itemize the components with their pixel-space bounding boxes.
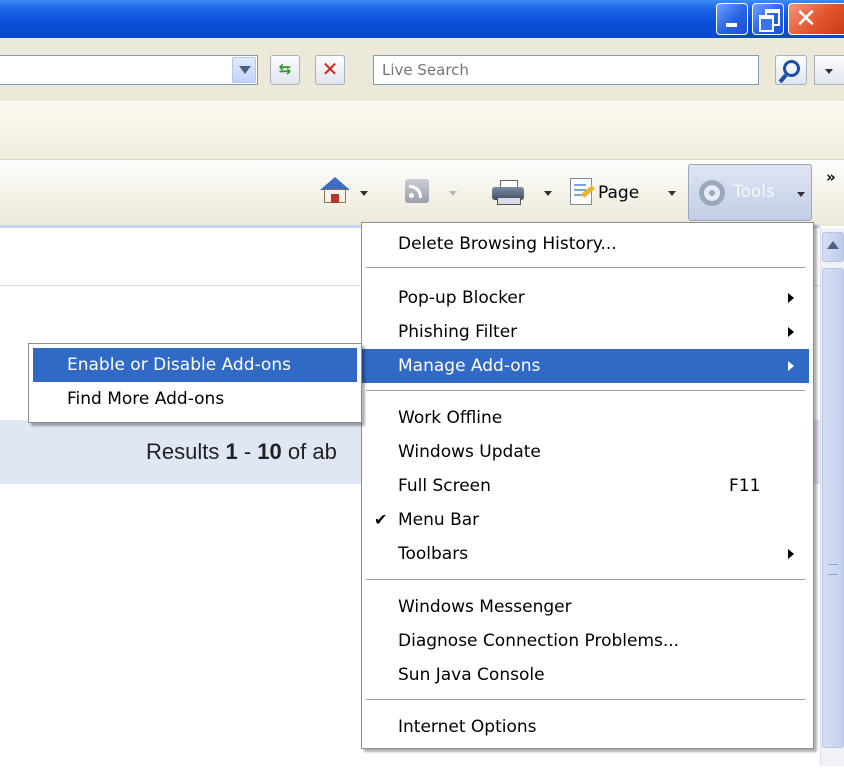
- gear-icon: [699, 180, 725, 206]
- minimize-icon: [726, 23, 737, 27]
- chevron-down-icon: [668, 191, 676, 196]
- title-bar: ✕: [0, 0, 844, 38]
- address-dropdown-button[interactable]: [232, 57, 256, 83]
- search-icon-handle: [778, 73, 788, 84]
- checkmark-icon: ✔: [374, 510, 388, 529]
- chevron-down-icon: [825, 69, 833, 74]
- stop-icon: ✕: [321, 57, 339, 81]
- tools-label: Tools: [733, 182, 775, 202]
- stop-button[interactable]: ✕: [315, 55, 345, 85]
- scroll-thumb[interactable]: [822, 268, 844, 748]
- links-toolbar: [0, 101, 844, 160]
- menu-separator: [366, 579, 805, 580]
- shortcut-label: F11: [729, 476, 761, 496]
- menu-item-java-console[interactable]: Sun Java Console: [362, 658, 809, 692]
- refresh-button[interactable]: ⇆: [270, 55, 300, 85]
- submenu-item-find-more-addons[interactable]: Find More Add-ons: [33, 382, 357, 416]
- menu-item-manage-addons[interactable]: Manage Add-ons: [362, 349, 809, 383]
- tools-dropdown-menu: Delete Browsing History... Pop-up Blocke…: [361, 222, 814, 749]
- chevron-down-icon: [797, 192, 805, 197]
- menu-item-diagnose-connection[interactable]: Diagnose Connection Problems...: [362, 624, 809, 658]
- chevron-down-icon: [449, 191, 457, 196]
- submenu-arrow-icon: [788, 293, 794, 303]
- close-button[interactable]: ✕: [788, 3, 844, 35]
- grip-icon: [828, 564, 838, 575]
- menu-item-delete-browsing-history[interactable]: Delete Browsing History...: [362, 227, 809, 261]
- feeds-icon: [405, 179, 429, 203]
- menu-item-phishing-filter[interactable]: Phishing Filter: [362, 315, 809, 349]
- page-icon: [570, 178, 595, 205]
- menu-separator: [366, 699, 805, 700]
- tools-menu-button[interactable]: Tools: [688, 164, 812, 221]
- restore-button[interactable]: [752, 3, 784, 35]
- menu-item-work-offline[interactable]: Work Offline: [362, 401, 809, 435]
- menu-item-windows-update[interactable]: Windows Update: [362, 435, 809, 469]
- submenu-arrow-icon: [788, 327, 794, 337]
- scroll-up-button[interactable]: [822, 232, 844, 262]
- search-button[interactable]: [775, 55, 807, 85]
- chevron-down-icon: [360, 191, 368, 196]
- page-label: Page: [598, 183, 640, 203]
- home-icon: [320, 177, 350, 203]
- manage-addons-submenu: Enable or Disable Add-ons Find More Add-…: [28, 343, 362, 423]
- close-icon: ✕: [795, 4, 817, 34]
- menu-item-full-screen[interactable]: Full Screen F11: [362, 469, 809, 503]
- vertical-scrollbar[interactable]: [820, 228, 844, 766]
- page-menu-button[interactable]: Page: [570, 160, 682, 226]
- print-icon: [492, 180, 524, 205]
- chevron-down-icon: [544, 191, 552, 196]
- feeds-button[interactable]: [405, 160, 460, 226]
- search-input[interactable]: [373, 55, 759, 85]
- menu-item-popup-blocker[interactable]: Pop-up Blocker: [362, 281, 809, 315]
- results-count: Results 1 - 10 of ab: [146, 439, 337, 464]
- menu-item-toolbars[interactable]: Toolbars: [362, 537, 809, 571]
- submenu-item-enable-disable-addons[interactable]: Enable or Disable Add-ons: [33, 348, 357, 382]
- refresh-icon: ⇆: [278, 60, 292, 78]
- print-button[interactable]: [492, 160, 554, 226]
- address-field[interactable]: [0, 55, 258, 85]
- chevron-down-icon: [239, 66, 251, 74]
- menu-item-windows-messenger[interactable]: Windows Messenger: [362, 590, 809, 624]
- search-options-button[interactable]: [814, 55, 844, 85]
- maximize-icon-front: [759, 15, 774, 32]
- home-button[interactable]: [320, 160, 370, 226]
- chevron-up-icon: [827, 241, 839, 249]
- address-toolbar: ⇆ ✕: [0, 38, 844, 101]
- menu-separator: [366, 390, 805, 391]
- menu-separator: [366, 267, 805, 268]
- more-commands-chevron[interactable]: »: [826, 168, 836, 186]
- menu-item-internet-options[interactable]: Internet Options: [362, 710, 809, 744]
- submenu-arrow-icon: [788, 361, 794, 371]
- minimize-button[interactable]: [716, 3, 748, 35]
- submenu-arrow-icon: [788, 549, 794, 559]
- menu-item-menu-bar[interactable]: ✔ Menu Bar: [362, 503, 809, 537]
